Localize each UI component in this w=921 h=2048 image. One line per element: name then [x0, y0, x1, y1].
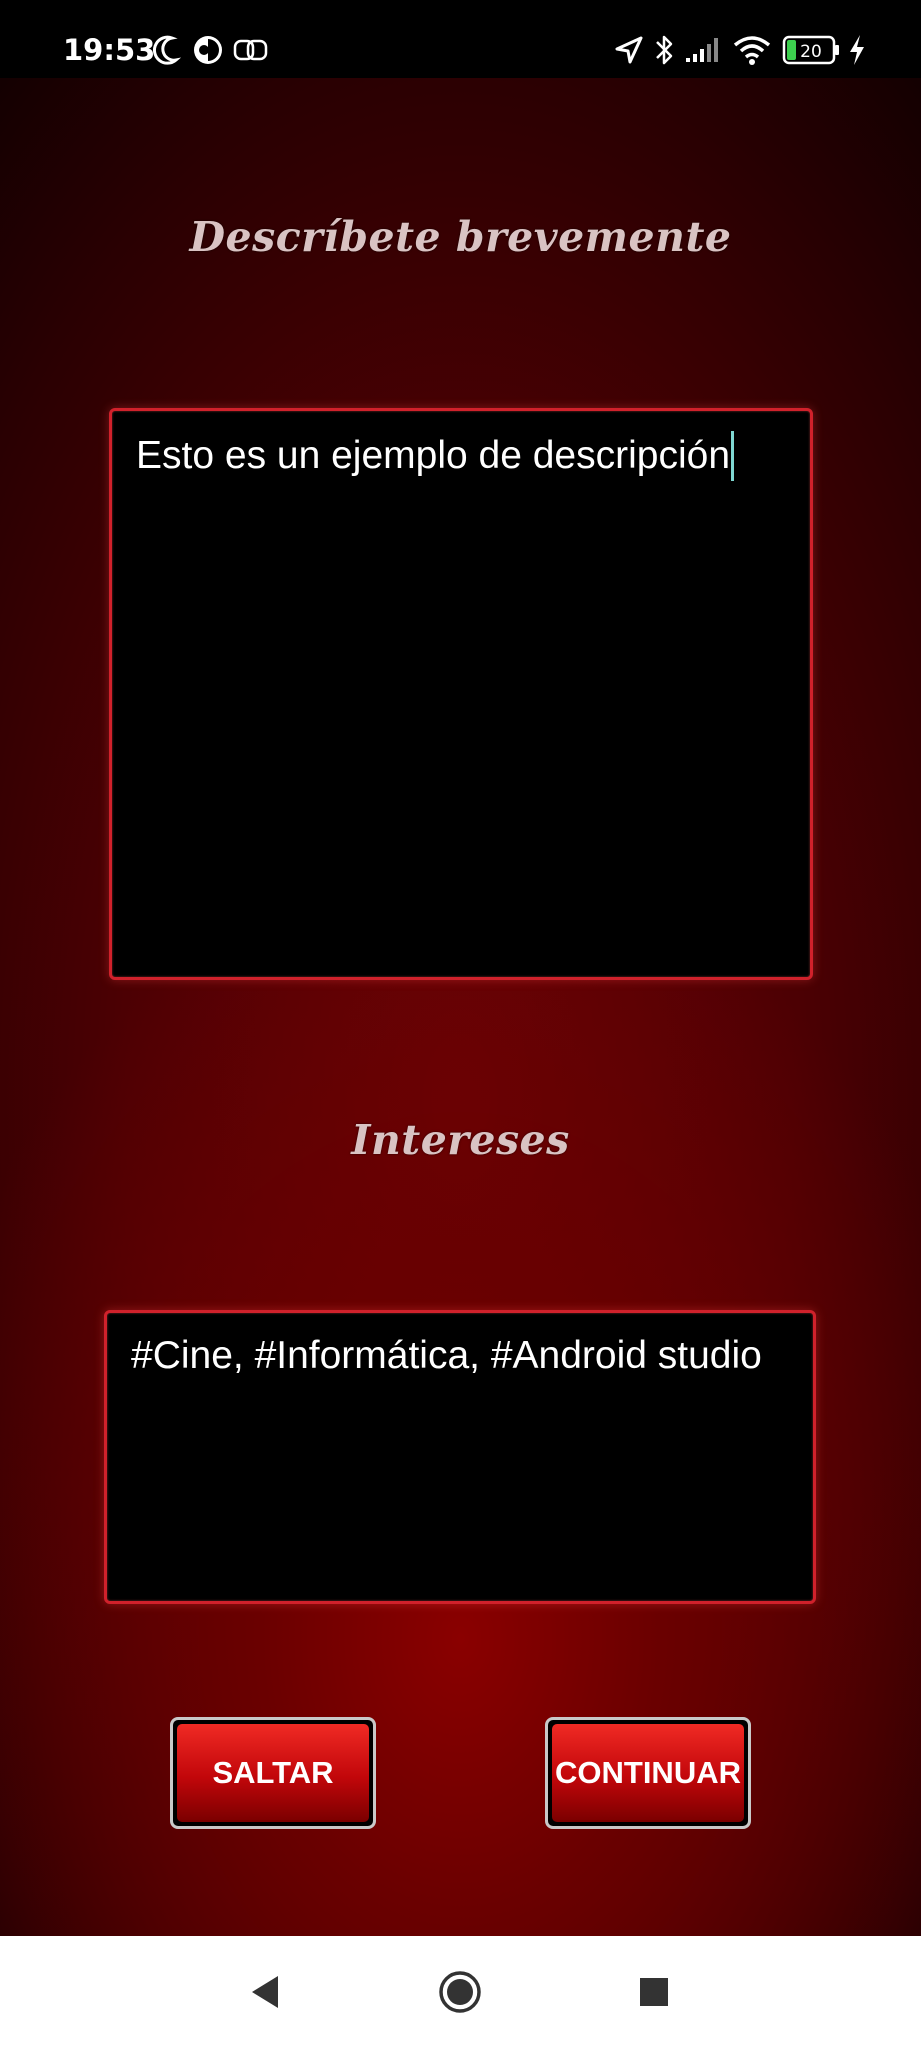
skip-button-label: SALTAR — [177, 1724, 369, 1822]
bluetooth-icon — [656, 35, 673, 65]
continue-button-label: CONTINUAR — [552, 1724, 744, 1822]
moon-icon — [153, 35, 182, 65]
description-input[interactable]: Esto es un ejemplo de descripción — [109, 408, 813, 980]
link-icon — [233, 39, 268, 61]
recents-icon[interactable] — [634, 1972, 674, 2012]
interests-input[interactable]: #Cine, #Informática, #Android studio — [104, 1310, 816, 1604]
skip-button[interactable]: SALTAR — [170, 1717, 376, 1829]
wifi-icon — [733, 36, 771, 65]
back-icon[interactable] — [244, 1970, 288, 2014]
description-heading: Descríbete brevemente — [189, 213, 732, 261]
description-text: Esto es un ejemplo de descripción — [136, 434, 731, 477]
battery-level-text: 20 — [800, 42, 822, 62]
navigation-bar — [0, 1936, 921, 2048]
battery-icon: 20 — [782, 35, 839, 65]
data-saver-icon — [194, 36, 222, 64]
status-bar: 19:53 20 — [0, 0, 921, 78]
home-icon[interactable] — [436, 1968, 484, 2016]
signal-icon — [686, 38, 718, 62]
location-icon — [615, 36, 643, 64]
charging-icon — [850, 35, 864, 65]
status-time: 19:53 — [63, 33, 156, 67]
interests-text: #Cine, #Informática, #Android studio — [131, 1334, 762, 1377]
profile-description-screen: Descríbete brevemente Esto es un ejemplo… — [0, 78, 921, 1936]
text-cursor — [731, 431, 735, 481]
continue-button[interactable]: CONTINUAR — [545, 1717, 751, 1829]
interests-heading: Intereses — [351, 1116, 570, 1164]
